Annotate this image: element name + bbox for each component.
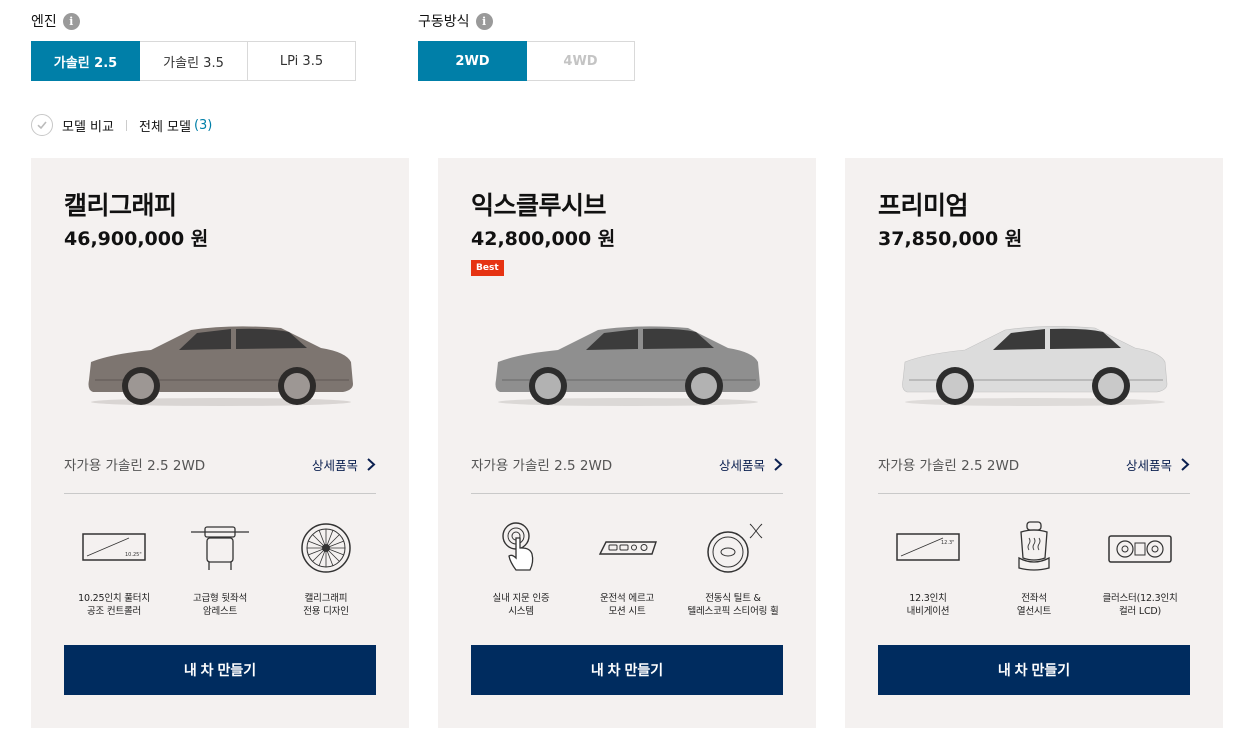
feature-list: 10.25" 10.25인치 풀터치 공조 컨트롤러 고급형 뒷좌석 암레스트 xyxy=(64,518,376,618)
model-price: 37,850,000 원 xyxy=(878,228,1023,250)
feature-label: 전동식 틸트 & 텔레스코픽 스티어링 휠 xyxy=(687,593,779,617)
seat-control-icon xyxy=(598,541,657,555)
info-icon[interactable]: i xyxy=(475,12,493,30)
divider xyxy=(471,493,783,494)
drive-filter: 구동방식 i 2WD 4WD xyxy=(418,10,635,81)
model-name: 프리미엄 xyxy=(878,191,969,220)
all-models-label[interactable]: 전체 모델 xyxy=(139,116,191,135)
detail-link[interactable]: 상세품목 xyxy=(719,455,783,474)
chevron-right-icon xyxy=(774,457,783,471)
feature-label: 캘리그래피 전용 디자인 xyxy=(303,593,349,617)
build-my-car-button[interactable]: 내 차 만들기 xyxy=(64,645,376,695)
engine-options: 가솔린 2.5 가솔린 3.5 LPi 3.5 xyxy=(31,41,356,81)
model-name: 익스클루시브 xyxy=(471,191,607,220)
feature-label: 10.25인치 풀터치 공조 컨트롤러 xyxy=(78,593,150,617)
feature-item: 캘리그래피 전용 디자인 xyxy=(276,518,376,618)
heated-seat-icon xyxy=(1018,521,1050,571)
compare-checkbox[interactable] xyxy=(31,114,53,136)
feature-label: 12.3인치 내비게이션 xyxy=(906,593,950,617)
model-count: (3) xyxy=(193,117,213,133)
drive-option-4wd: 4WD xyxy=(526,41,635,81)
detail-link[interactable]: 상세품목 xyxy=(1126,455,1190,474)
drive-option-2wd[interactable]: 2WD xyxy=(418,41,527,81)
build-my-car-button[interactable]: 내 차 만들기 xyxy=(471,645,783,695)
feature-item: 실내 지문 인증 시스템 xyxy=(471,518,571,618)
model-card-premium: 프리미엄 37,850,000 원 자가용 가솔린 2.5 2WD 상세품목 1… xyxy=(845,158,1223,728)
wheel-icon xyxy=(301,523,351,573)
compare-label[interactable]: 모델 비교 xyxy=(62,116,114,135)
divider xyxy=(878,493,1190,494)
detail-link-label: 상세품목 xyxy=(311,457,358,473)
trim-label: 자가용 가솔린 2.5 2WD xyxy=(878,458,1020,474)
model-card-exclusive: 익스클루시브 42,800,000 원 Best 자가용 가솔린 2.5 2WD… xyxy=(438,158,816,728)
feature-item: 전좌석 열선시트 xyxy=(984,518,1084,618)
model-cards: 캘리그래피 46,900,000 원 자가용 가솔린 2.5 2WD 상세품목 xyxy=(31,158,1223,728)
feature-item: 10.25" 10.25인치 풀터치 공조 컨트롤러 xyxy=(64,518,164,618)
feature-label: 전좌석 열선시트 xyxy=(1016,593,1052,617)
model-price: 46,900,000 원 xyxy=(64,228,209,250)
detail-link-label: 상세품목 xyxy=(718,457,765,473)
feature-label: 클러스터(12.3인치 컬러 LCD) xyxy=(1102,593,1178,617)
model-name: 캘리그래피 xyxy=(64,191,177,220)
info-icon[interactable]: i xyxy=(62,12,80,30)
engine-option-gasoline-3-5[interactable]: 가솔린 3.5 xyxy=(139,41,248,81)
drive-options: 2WD 4WD xyxy=(418,41,635,81)
engine-option-gasoline-2-5[interactable]: 가솔린 2.5 xyxy=(31,41,140,81)
chevron-right-icon xyxy=(367,457,376,471)
build-my-car-button[interactable]: 내 차 만들기 xyxy=(878,645,1190,695)
infotainment-display-icon: 10.25" xyxy=(82,533,146,561)
feature-label: 운전석 에르고 모션 시트 xyxy=(599,593,655,617)
drive-filter-label: 구동방식 xyxy=(418,14,470,30)
feature-list: 12.3" 12.3인치 내비게이션 전좌석 열선시트 클러스터(12.3인치 … xyxy=(878,518,1190,618)
feature-item: 운전석 에르고 모션 시트 xyxy=(577,518,677,618)
model-card-calligraphy: 캘리그래피 46,900,000 원 자가용 가솔린 2.5 2WD 상세품목 xyxy=(31,158,409,728)
best-badge: Best xyxy=(471,260,504,276)
screen-size-text: 10.25" xyxy=(125,552,142,558)
separator xyxy=(125,119,127,131)
check-icon xyxy=(37,121,47,130)
cluster-icon xyxy=(1108,535,1172,563)
feature-list: 실내 지문 인증 시스템 운전석 에르고 모션 시트 전동식 틸트 & 텔레스코… xyxy=(471,518,783,618)
model-price: 42,800,000 원 xyxy=(471,228,616,250)
car-image xyxy=(495,326,760,406)
trim-label: 자가용 가솔린 2.5 2WD xyxy=(64,458,206,474)
car-image xyxy=(88,326,353,406)
feature-item: 고급형 뒷좌석 암레스트 xyxy=(170,518,270,618)
chevron-right-icon xyxy=(1181,457,1190,471)
trim-label: 자가용 가솔린 2.5 2WD xyxy=(471,458,613,474)
feature-item: 클러스터(12.3인치 컬러 LCD) xyxy=(1090,518,1190,618)
steering-wheel-icon xyxy=(707,523,763,573)
feature-label: 실내 지문 인증 시스템 xyxy=(492,593,550,617)
fingerprint-icon xyxy=(502,522,534,571)
navigation-display-icon: 12.3" xyxy=(896,533,960,561)
feature-label: 고급형 뒷좌석 암레스트 xyxy=(192,593,248,617)
rear-armrest-icon xyxy=(191,526,249,570)
engine-filter-label: 엔진 xyxy=(31,14,57,30)
car-image xyxy=(902,326,1168,406)
screen-size-text: 12.3" xyxy=(941,540,954,546)
detail-link[interactable]: 상세품목 xyxy=(312,455,376,474)
feature-item: 전동식 틸트 & 텔레스코픽 스티어링 휠 xyxy=(683,518,783,618)
engine-option-lpi-3-5[interactable]: LPi 3.5 xyxy=(247,41,356,81)
compare-row: 모델 비교 전체 모델 (3) xyxy=(31,114,212,136)
detail-link-label: 상세품목 xyxy=(1125,457,1172,473)
engine-filter: 엔진 i 가솔린 2.5 가솔린 3.5 LPi 3.5 xyxy=(31,10,356,81)
divider xyxy=(64,493,376,494)
feature-item: 12.3" 12.3인치 내비게이션 xyxy=(878,518,978,618)
